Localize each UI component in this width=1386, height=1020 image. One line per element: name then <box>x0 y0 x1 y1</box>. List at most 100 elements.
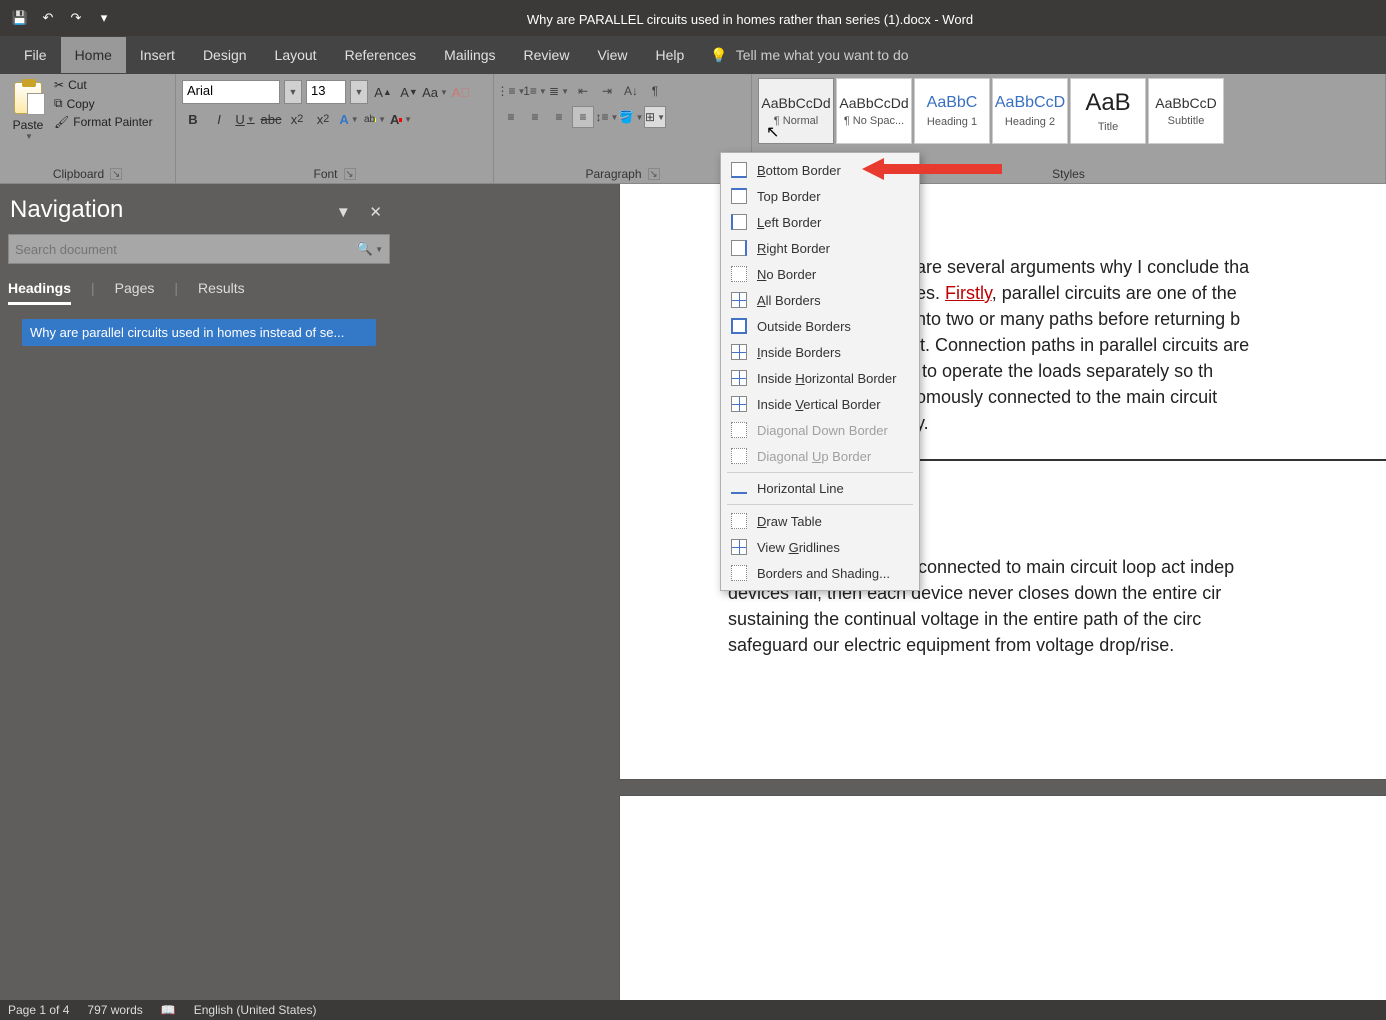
redo-button[interactable]: ↷ <box>66 8 86 28</box>
nav-heading-item[interactable]: Why are parallel circuits used in homes … <box>22 319 376 346</box>
paste-button[interactable]: Paste <box>13 118 44 132</box>
font-label: Font <box>313 167 337 181</box>
nav-close-button[interactable]: ✕ <box>363 204 388 221</box>
decrease-indent-button[interactable]: ⇤ <box>572 80 594 102</box>
border-menu-inside-vertical-border[interactable]: Inside Vertical Border <box>721 391 919 417</box>
status-page[interactable]: Page 1 of 4 <box>8 1003 69 1017</box>
border-menu-draw-table[interactable]: Draw Table <box>721 508 919 534</box>
nav-tab-headings[interactable]: Headings <box>8 280 71 305</box>
border-menu-borders-and-shading-[interactable]: Borders and Shading... <box>721 560 919 586</box>
style-heading1[interactable]: AaBbCHeading 1 <box>914 78 990 144</box>
nav-tab-pages[interactable]: Pages <box>115 280 155 305</box>
search-icon[interactable]: 🔍 <box>357 241 373 257</box>
border-menu-diagonal-up-border[interactable]: Diagonal Up Border <box>721 443 919 469</box>
italic-button[interactable]: I <box>208 108 230 130</box>
bold-button[interactable]: B <box>182 108 204 130</box>
grow-font-button[interactable]: A▲ <box>372 81 394 103</box>
paragraph-dialog-launcher[interactable]: ↘ <box>648 168 660 180</box>
align-right-button[interactable]: ≡ <box>548 106 570 128</box>
border-menu-right-border[interactable]: Right Border <box>721 235 919 261</box>
format-painter-button[interactable]: 🖌Format Painter <box>54 115 153 129</box>
style-no-spacing[interactable]: AaBbCcDd¶ No Spac... <box>836 78 912 144</box>
border-menu-inside-borders[interactable]: Inside Borders <box>721 339 919 365</box>
tab-view[interactable]: View <box>583 37 641 73</box>
nav-tab-results[interactable]: Results <box>198 280 245 305</box>
spellcheck-word[interactable]: Firstly <box>945 283 992 303</box>
save-button[interactable]: 💾 <box>10 8 30 28</box>
style-title[interactable]: AaBTitle <box>1070 78 1146 144</box>
undo-button[interactable]: ↶ <box>38 8 58 28</box>
underline-button[interactable]: U▼ <box>234 108 256 130</box>
paste-dropdown[interactable]: ▼ <box>23 132 33 141</box>
text-effects-button[interactable]: A▼ <box>338 108 360 130</box>
page-2[interactable] <box>620 796 1386 1000</box>
numbering-button[interactable]: 1≡▼ <box>524 80 546 102</box>
nav-search-input[interactable] <box>15 242 357 257</box>
border-menu-no-border[interactable]: No Border <box>721 261 919 287</box>
styles-gallery[interactable]: AaBbCcDd¶ Normal AaBbCcDd¶ No Spac... Aa… <box>758 78 1224 150</box>
border-menu-bottom-border[interactable]: Bottom Border <box>721 157 919 183</box>
border-menu-outside-borders[interactable]: Outside Borders <box>721 313 919 339</box>
copy-button[interactable]: ⧉Copy <box>54 96 153 111</box>
highlight-button[interactable]: ab▼ <box>364 108 386 130</box>
tab-mailings[interactable]: Mailings <box>430 37 509 73</box>
nav-options-dropdown[interactable]: ▼ <box>330 204 357 221</box>
style-normal[interactable]: AaBbCcDd¶ Normal <box>758 78 834 144</box>
tab-home[interactable]: Home <box>61 37 126 73</box>
nav-search-dropdown[interactable]: ▼ <box>373 245 383 254</box>
border-menu-horizontal-line[interactable]: Horizontal Line <box>721 476 919 501</box>
style-heading2[interactable]: AaBbCcDHeading 2 <box>992 78 1068 144</box>
show-marks-button[interactable]: ¶ <box>644 80 666 102</box>
font-size-combo[interactable]: 13 <box>306 80 346 104</box>
status-words[interactable]: 797 words <box>87 1003 142 1017</box>
font-dialog-launcher[interactable]: ↘ <box>344 168 356 180</box>
paste-icon[interactable] <box>14 82 42 114</box>
tab-review[interactable]: Review <box>510 37 584 73</box>
cut-button[interactable]: ✂Cut <box>54 78 153 92</box>
font-name-combo[interactable]: Arial <box>182 80 280 104</box>
justify-button[interactable]: ≡ <box>572 106 594 128</box>
border-icon <box>731 292 747 308</box>
line-spacing-button[interactable]: ↕≡▼ <box>596 106 618 128</box>
tab-design[interactable]: Design <box>189 37 261 73</box>
align-center-button[interactable]: ≡ <box>524 106 546 128</box>
increase-indent-button[interactable]: ⇥ <box>596 80 618 102</box>
border-menu-left-border[interactable]: Left Border <box>721 209 919 235</box>
border-menu-top-border[interactable]: Top Border <box>721 183 919 209</box>
tab-insert[interactable]: Insert <box>126 37 189 73</box>
tab-references[interactable]: References <box>331 37 431 73</box>
strikethrough-button[interactable]: abc <box>260 108 282 130</box>
superscript-button[interactable]: x2 <box>312 108 334 130</box>
navigation-pane: Navigation ▼ ✕ 🔍 ▼ Headings | Pages | Re… <box>0 184 398 1000</box>
change-case-button[interactable]: Aa▼ <box>424 81 446 103</box>
style-subtitle[interactable]: AaBbCcDSubtitle <box>1148 78 1224 144</box>
borders-dropdown-menu: Bottom BorderTop BorderLeft BorderRight … <box>720 152 920 591</box>
sort-button[interactable]: A↓ <box>620 80 642 102</box>
tell-me[interactable]: 💡 Tell me what you want to do <box>710 47 908 64</box>
font-name-dropdown[interactable]: ▼ <box>284 80 302 104</box>
bullets-button[interactable]: ⋮≡▼ <box>500 80 522 102</box>
customize-qat-button[interactable]: ▾ <box>94 8 114 28</box>
titlebar: 💾 ↶ ↷ ▾ Why are PARALLEL circuits used i… <box>0 0 1386 36</box>
border-menu-view-gridlines[interactable]: View Gridlines <box>721 534 919 560</box>
shrink-font-button[interactable]: A▼ <box>398 81 420 103</box>
border-icon <box>731 422 747 438</box>
status-language[interactable]: English (United States) <box>194 1003 317 1017</box>
borders-button[interactable]: ⊞▼ <box>644 106 666 128</box>
subscript-button[interactable]: x2 <box>286 108 308 130</box>
border-menu-diagonal-down-border[interactable]: Diagonal Down Border <box>721 417 919 443</box>
font-size-dropdown[interactable]: ▼ <box>350 80 368 104</box>
tab-layout[interactable]: Layout <box>261 37 331 73</box>
nav-search[interactable]: 🔍 ▼ <box>8 234 390 264</box>
multilevel-button[interactable]: ≣▼ <box>548 80 570 102</box>
clear-formatting-button[interactable]: A⃠ <box>450 81 472 103</box>
status-proofing-icon[interactable]: 📖 <box>161 1003 176 1017</box>
clipboard-dialog-launcher[interactable]: ↘ <box>110 168 122 180</box>
align-left-button[interactable]: ≡ <box>500 106 522 128</box>
shading-button[interactable]: 🪣▼ <box>620 106 642 128</box>
font-color-button[interactable]: A▼ <box>390 108 412 130</box>
tab-help[interactable]: Help <box>642 37 699 73</box>
tab-file[interactable]: File <box>10 37 61 73</box>
border-menu-all-borders[interactable]: All Borders <box>721 287 919 313</box>
border-menu-inside-horizontal-border[interactable]: Inside Horizontal Border <box>721 365 919 391</box>
